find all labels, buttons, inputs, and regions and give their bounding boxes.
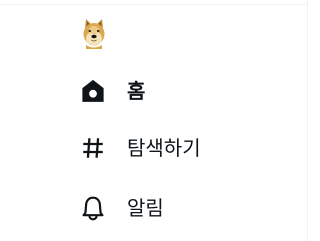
sidebar-item-notifications[interactable]: 알림: [68, 182, 288, 234]
top-divider: [0, 0, 308, 5]
sidebar-item-explore[interactable]: 탐색하기: [68, 122, 288, 174]
doge-logo-icon[interactable]: [80, 17, 108, 49]
sidebar-item-home[interactable]: 홈: [68, 65, 288, 117]
doge-dog-icon: [83, 19, 105, 49]
sidebar: 홈 탐색하기 알림: [0, 0, 308, 241]
home-icon: [80, 78, 106, 104]
hashtag-icon: [80, 135, 106, 161]
sidebar-item-label: 알림: [127, 196, 164, 220]
bell-icon: [80, 195, 106, 221]
sidebar-item-label: 홈: [127, 79, 146, 103]
sidebar-item-label: 탐색하기: [127, 136, 201, 160]
sidebar-divider: [307, 0, 308, 241]
